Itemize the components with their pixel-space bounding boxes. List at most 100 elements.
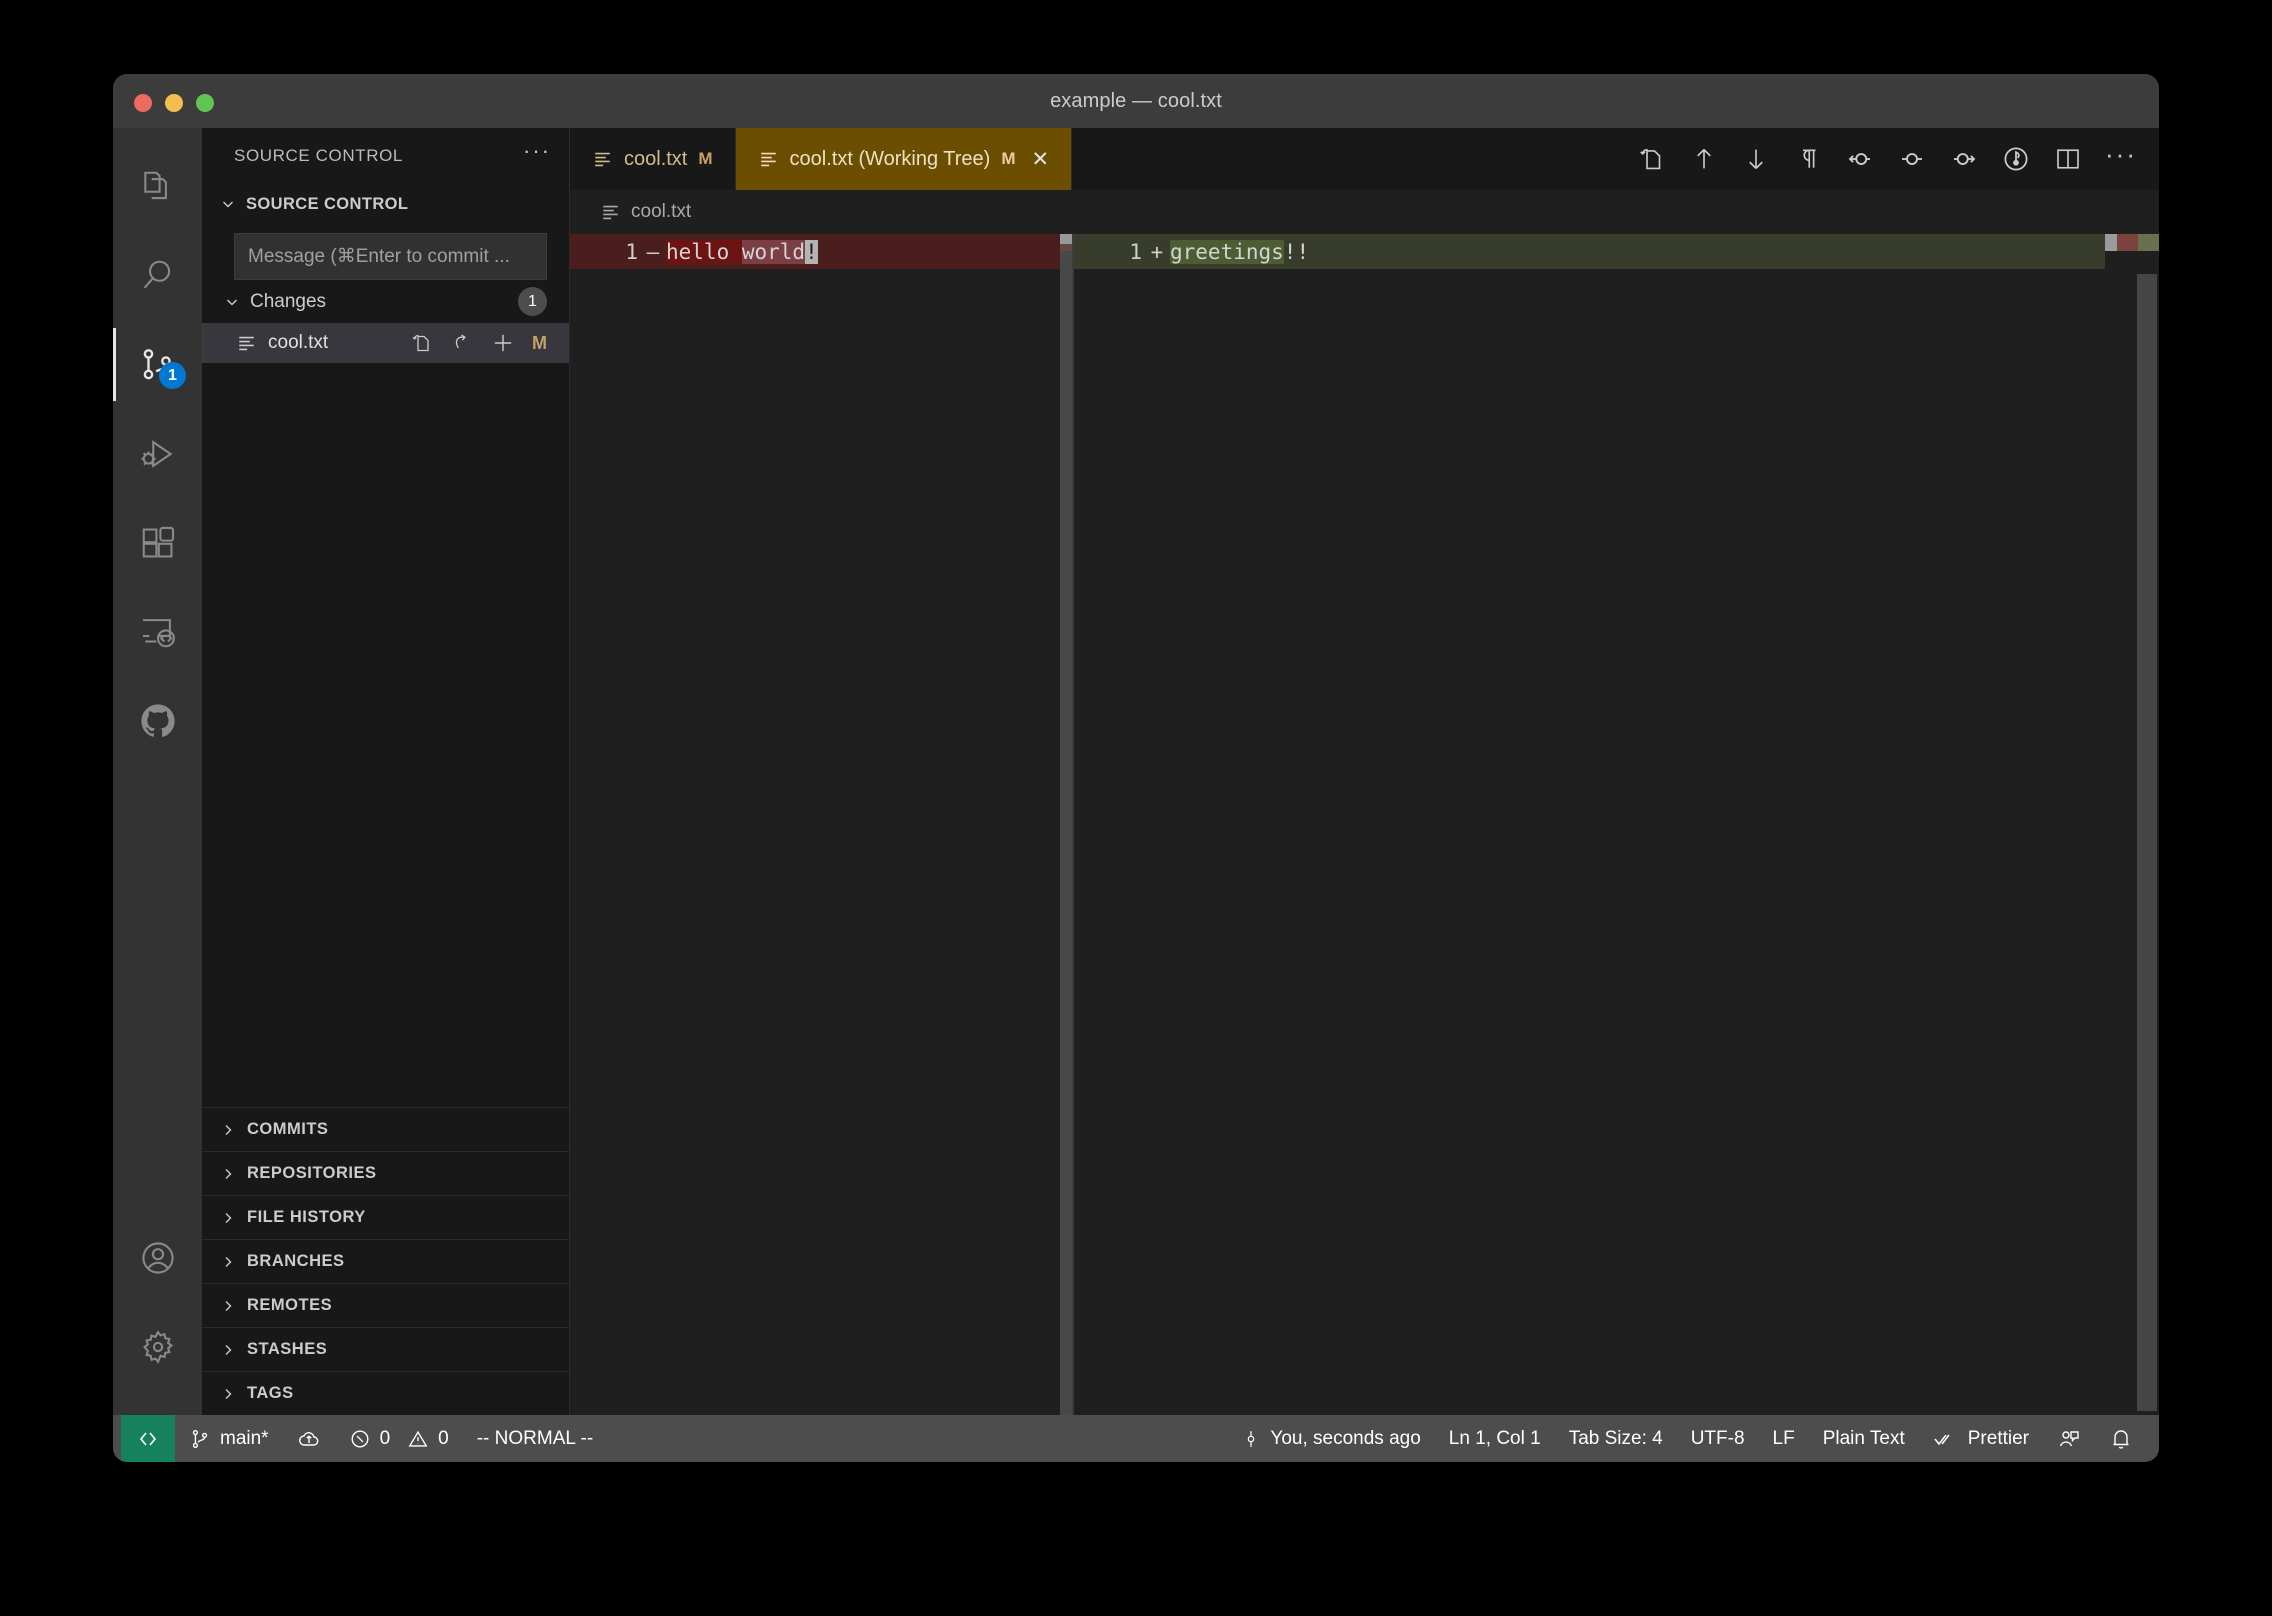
sidebar-item-explorer[interactable]	[113, 142, 202, 231]
zoom-window-button[interactable]	[196, 94, 214, 112]
diff-modified-pane[interactable]: 1 + greetings!!	[1074, 234, 2105, 1415]
blame-label: You, seconds ago	[1270, 1427, 1421, 1449]
status-branch[interactable]: main*	[175, 1415, 283, 1462]
commit-message-placeholder: Message (⌘Enter to commit ...	[248, 246, 510, 267]
status-bar-right: You, seconds ago Ln 1, Col 1 Tab Size: 4…	[1227, 1415, 2159, 1462]
status-bar: main* 0 0 -- NORMAL -- You, seconds ago …	[113, 1415, 2159, 1462]
open-file-icon[interactable]	[410, 331, 434, 355]
changes-group-header[interactable]: Changes 1	[202, 280, 569, 323]
panel-header-tags[interactable]: TAGS	[202, 1371, 569, 1415]
window-titlebar: example — cool.txt	[113, 74, 2159, 128]
sidebar-item-extensions[interactable]	[113, 498, 202, 587]
sidebar-item-github[interactable]	[113, 676, 202, 765]
gear-icon	[139, 1328, 177, 1366]
panel-label: FILE HISTORY	[247, 1208, 366, 1226]
account-icon	[139, 1239, 177, 1277]
diff-word-inserted: greetings	[1170, 239, 1284, 264]
text-file-icon	[600, 202, 621, 223]
warning-count: 0	[438, 1427, 449, 1449]
chevron-down-icon	[224, 294, 240, 310]
list-item[interactable]: cool.txt M	[202, 323, 569, 363]
diff-word-deleted: world	[741, 239, 806, 264]
status-cursor-position[interactable]: Ln 1, Col 1	[1435, 1415, 1555, 1462]
status-indentation[interactable]: Tab Size: 4	[1555, 1415, 1677, 1462]
split-editor-icon[interactable]	[2053, 144, 2083, 174]
status-formatter[interactable]: Prettier	[1919, 1415, 2043, 1462]
more-actions-icon[interactable]: ···	[2105, 141, 2137, 169]
status-eol[interactable]: LF	[1759, 1415, 1809, 1462]
editor-group: cool.txt M cool.txt (Working Tree) M ✕ ·…	[570, 128, 2159, 1415]
discard-changes-icon[interactable]	[450, 331, 474, 355]
tab-modified-badge: M	[698, 149, 713, 168]
breadcrumb[interactable]: cool.txt	[570, 190, 2159, 234]
sidebar-item-run-and-debug[interactable]	[113, 409, 202, 498]
chevron-right-icon	[220, 1342, 236, 1358]
git-branch-icon	[189, 1428, 211, 1450]
status-problems[interactable]: 0 0	[335, 1415, 463, 1462]
sidebar-more-actions-icon[interactable]: ···	[523, 139, 551, 166]
overview-ruler[interactable]	[2117, 234, 2159, 1415]
bell-icon	[2109, 1427, 2133, 1451]
accounts-button[interactable]	[113, 1213, 202, 1302]
status-vim-mode[interactable]: -- NORMAL --	[463, 1415, 607, 1462]
minimize-window-button[interactable]	[165, 94, 183, 112]
window-title: example — cool.txt	[1050, 89, 1222, 112]
encoding-label: UTF-8	[1690, 1427, 1745, 1449]
tab-cool-txt-working-tree[interactable]: cool.txt (Working Tree) M ✕	[735, 128, 1073, 190]
indentation-label: Tab Size: 4	[1568, 1427, 1663, 1449]
diff-modified-minimap[interactable]	[2105, 234, 2117, 1415]
status-encoding[interactable]: UTF-8	[1677, 1415, 1759, 1462]
tab-cool-txt[interactable]: cool.txt M	[570, 128, 736, 190]
toggle-inline-view-icon[interactable]	[2001, 144, 2031, 174]
search-icon	[139, 257, 177, 295]
section-header-source-control[interactable]: SOURCE CONTROL	[202, 183, 569, 225]
panel-header-remotes[interactable]: REMOTES	[202, 1283, 569, 1327]
panel-header-stashes[interactable]: STASHES	[202, 1327, 569, 1371]
status-bar-left: main* 0 0 -- NORMAL --	[113, 1415, 607, 1462]
diff-editor: 1 — hello world! 1 + greetings !!	[570, 234, 2159, 1415]
stage-changes-icon[interactable]	[490, 330, 516, 356]
open-file-icon[interactable]	[1637, 144, 1667, 174]
file-status-badge: M	[532, 332, 547, 353]
minimap-viewport	[1060, 234, 1072, 1415]
status-language-mode[interactable]: Plain Text	[1809, 1415, 1919, 1462]
panel-header-file-history[interactable]: FILE HISTORY	[202, 1195, 569, 1239]
status-git-blame[interactable]: You, seconds ago	[1227, 1415, 1434, 1462]
traffic-lights	[134, 94, 214, 112]
file-actions: M	[410, 330, 547, 356]
panel-label: TAGS	[247, 1384, 294, 1402]
panel-header-branches[interactable]: BRANCHES	[202, 1239, 569, 1283]
next-change-icon[interactable]	[1741, 144, 1771, 174]
status-notifications[interactable]	[2095, 1415, 2147, 1462]
check-all-icon	[1933, 1428, 1959, 1450]
unstage-change-icon[interactable]	[1949, 144, 1979, 174]
toggle-whitespace-icon[interactable]	[1793, 144, 1823, 174]
panel-header-repositories[interactable]: REPOSITORIES	[202, 1151, 569, 1195]
stage-change-icon[interactable]	[1845, 144, 1875, 174]
tab-label: cool.txt (Working Tree)	[789, 147, 991, 170]
cursor-position-label: Ln 1, Col 1	[1448, 1427, 1541, 1449]
previous-change-icon[interactable]	[1689, 144, 1719, 174]
diff-sign: —	[646, 239, 660, 264]
diff-original-pane[interactable]: 1 — hello world!	[570, 234, 1060, 1415]
sidebar-item-source-control[interactable]: 1	[113, 320, 202, 409]
manage-settings-button[interactable]	[113, 1302, 202, 1391]
remote-indicator-button[interactable]	[121, 1415, 175, 1462]
editor-scrollbar[interactable]	[2137, 274, 2157, 1411]
remote-icon	[139, 613, 177, 651]
revert-change-icon[interactable]	[1897, 144, 1927, 174]
sidebar-item-search[interactable]	[113, 231, 202, 320]
sidebar-item-remote-explorer[interactable]	[113, 587, 202, 676]
status-feedback[interactable]	[2043, 1415, 2095, 1462]
line-number: 1	[1129, 239, 1142, 264]
tab-modified-badge: M	[1001, 149, 1016, 168]
tab-close-button[interactable]: ✕	[1032, 147, 1050, 172]
panel-header-commits[interactable]: COMMITS	[202, 1107, 569, 1151]
commit-message-input[interactable]: Message (⌘Enter to commit ...	[234, 233, 547, 280]
close-window-button[interactable]	[134, 94, 152, 112]
chevron-right-icon	[220, 1210, 236, 1226]
branch-label: main*	[220, 1427, 269, 1449]
workbench-body: 1 SOURCE CONTROL ··· SOURCE CONTROL Mess…	[113, 128, 2159, 1415]
diff-original-minimap[interactable]	[1060, 234, 1072, 1415]
status-sync[interactable]	[283, 1415, 335, 1462]
